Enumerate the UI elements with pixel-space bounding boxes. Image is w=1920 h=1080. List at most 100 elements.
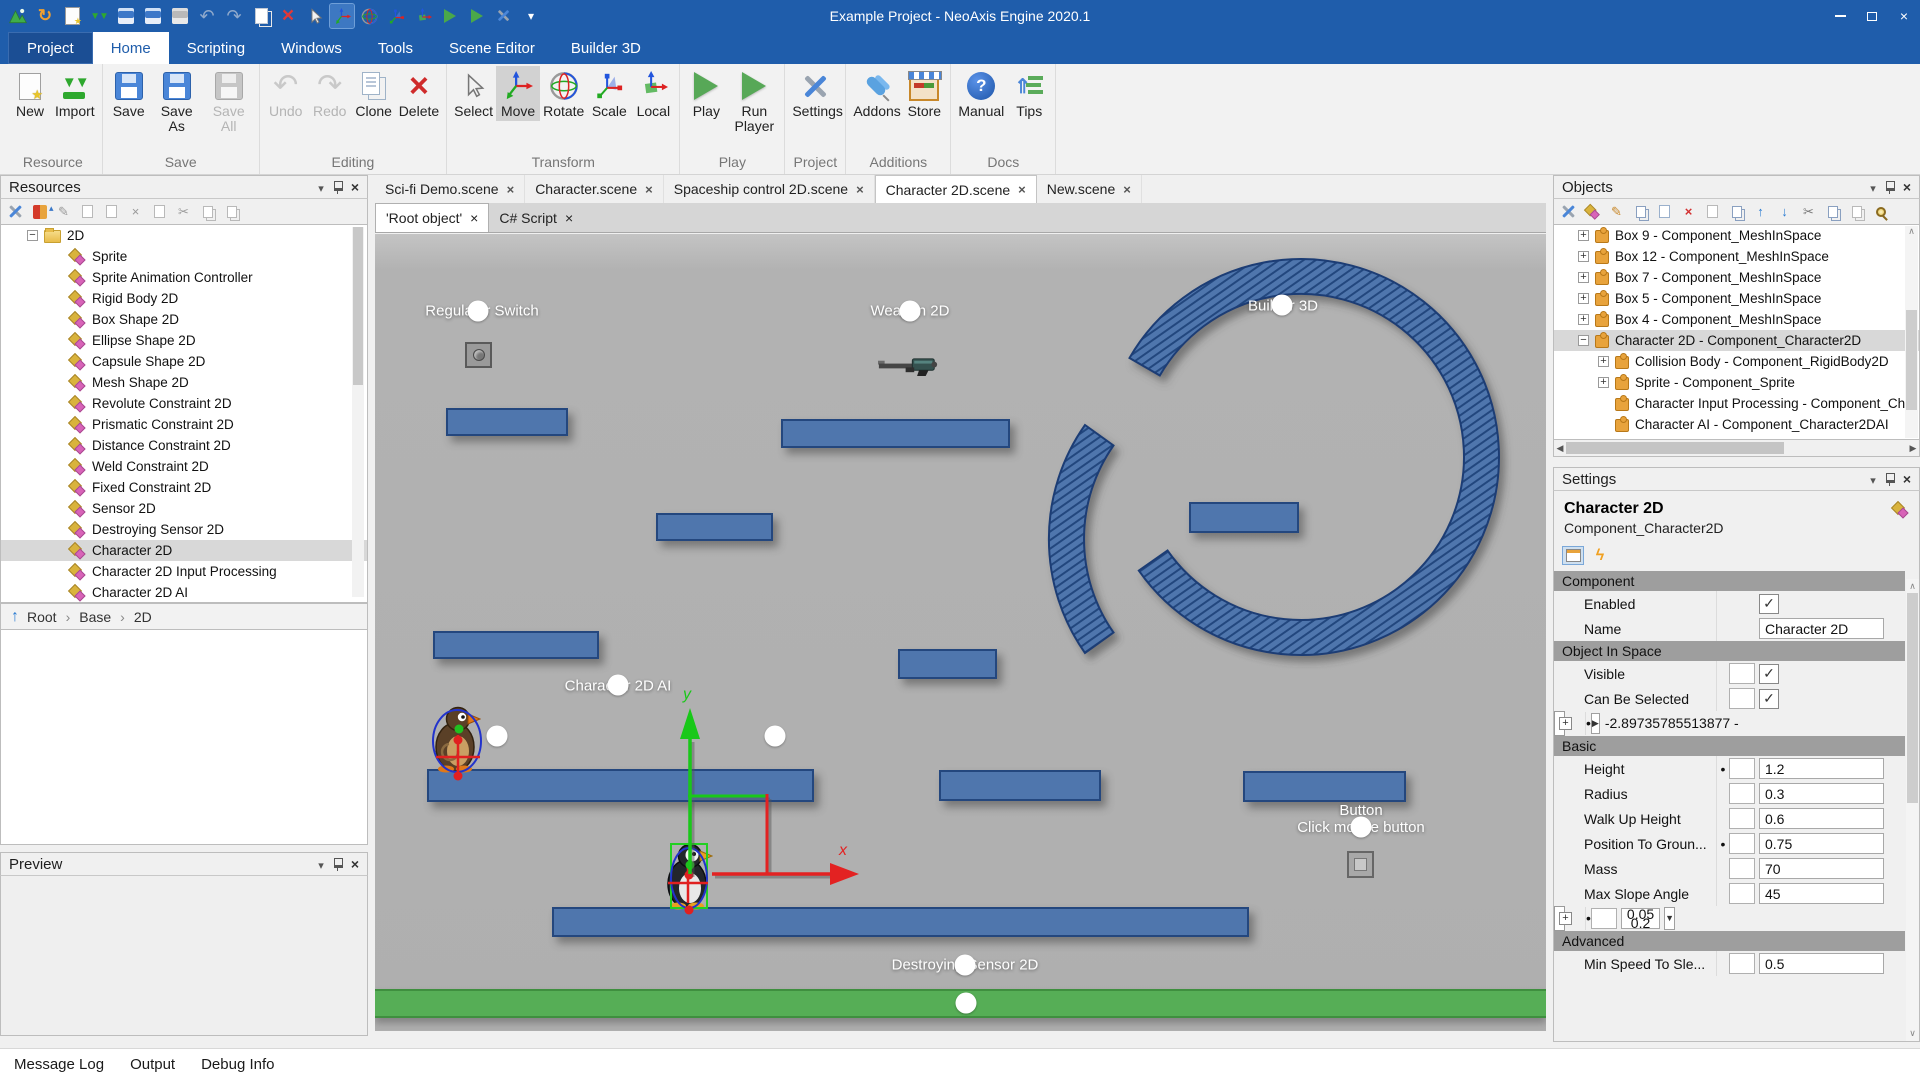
move-tool-icon[interactable] [330,4,354,28]
scene-tab[interactable]: Character.scene × [525,175,664,203]
close-icon[interactable]: × [351,181,359,193]
events-tab-icon[interactable]: ϟ [1590,547,1610,565]
minimize-button[interactable] [1824,0,1856,32]
close-tab-icon[interactable]: × [470,210,478,226]
cut-icon[interactable]: ✂ [1800,203,1817,220]
object-item[interactable]: Character Input Processing - Component_C… [1554,393,1919,414]
expander-icon[interactable] [1578,251,1589,262]
object-item[interactable]: Box 4 - Component_MeshInSpace [1554,309,1919,330]
rotate-button[interactable]: Rotate [540,66,587,121]
close-tab-icon[interactable]: × [645,182,653,197]
default-flag-box[interactable] [1729,688,1755,709]
resources-sort-icon[interactable] [31,203,48,220]
paste-icon[interactable] [1848,203,1865,220]
document-tab[interactable]: 'Root object' × [375,203,489,232]
waypoint-dot[interactable] [955,955,976,976]
duplicate-icon[interactable] [1728,203,1745,220]
document-tab[interactable]: C# Script × [489,203,583,232]
visible-checkbox[interactable]: ✓ [1759,664,1779,684]
value-input[interactable]: 0.05 0.2 [1621,908,1660,929]
resource-item[interactable]: Rigid Body 2D [1,288,367,309]
transform-expand-button[interactable]: ▶ [1591,713,1600,734]
resource-item[interactable]: Character 2D AI [1,582,367,603]
expander-icon[interactable] [1578,272,1589,283]
panel-menu-icon[interactable] [1870,179,1876,196]
edit-icon[interactable]: ✎ [55,203,72,220]
tree-folder-2d[interactable]: 2D [1,225,367,246]
delete-resource-icon[interactable]: × [127,203,144,220]
cut-icon[interactable]: ✂ [175,203,192,220]
pin-icon[interactable] [1885,181,1894,194]
undo-icon[interactable] [195,4,219,28]
resource-item[interactable]: Destroying Sensor 2D [1,519,367,540]
resources-settings-icon[interactable] [7,203,24,220]
menu-tab[interactable]: Home [93,32,169,64]
rotate-tool-icon[interactable] [357,4,381,28]
resource-item[interactable]: Sprite [1,246,367,267]
play-icon[interactable] [438,4,462,28]
default-flag-box[interactable] [1729,883,1755,904]
scene-viewport[interactable]: y x Regulator Switch Weapon 2D Builder 3… [375,234,1546,1031]
resource-item[interactable]: Weld Constraint 2D [1,456,367,477]
settings-button[interactable]: Settings [789,66,841,121]
menu-tab[interactable]: Scripting [169,32,263,64]
default-flag-box[interactable] [1729,858,1755,879]
platform-box[interactable] [1189,502,1299,533]
save-as-button[interactable]: Save As [151,66,203,136]
paste-icon[interactable] [223,203,240,220]
default-flag-box[interactable] [1729,758,1755,779]
pin-icon[interactable] [333,858,342,871]
expander-icon[interactable] [1598,356,1609,367]
object-item[interactable]: Character AI - Component_Character2DAI [1554,414,1919,435]
resources-scrollbar[interactable] [352,227,364,597]
resource-item[interactable]: Box Shape 2D [1,309,367,330]
button-sprite[interactable] [1347,851,1374,878]
resource-item[interactable]: Ellipse Shape 2D [1,330,367,351]
dropdown-icon[interactable]: ▼ [1664,907,1675,930]
value-input[interactable]: 0.75 [1759,833,1884,854]
maximize-button[interactable] [1856,0,1888,32]
platform-box[interactable] [433,631,599,659]
delete-object-icon[interactable]: × [1680,203,1697,220]
value-input[interactable]: 45 [1759,883,1884,904]
expander-icon[interactable] [1578,293,1589,304]
redo-icon[interactable] [222,4,246,28]
resource-item[interactable]: Prismatic Constraint 2D [1,414,367,435]
close-tab-icon[interactable]: × [856,182,864,197]
import-button[interactable]: Import [52,66,98,121]
expander-icon[interactable] [1578,314,1589,325]
object-item[interactable]: Collision Body - Component_RigidBody2D [1554,351,1919,372]
toolbar-more-icon[interactable] [519,4,543,28]
waypoint-dot[interactable] [765,726,786,747]
can-be-selected-checkbox[interactable]: ✓ [1759,689,1779,709]
default-flag-box[interactable] [1729,833,1755,854]
value-input[interactable]: 0.3 [1759,783,1884,804]
waypoint-dot[interactable] [1272,295,1293,316]
default-flag-box[interactable] [1729,808,1755,829]
save-as-icon[interactable] [141,4,165,28]
select-button[interactable]: Select [451,66,496,121]
refresh-icon[interactable] [33,4,57,28]
clone-icon[interactable] [249,4,273,28]
waypoint-dot[interactable] [468,301,489,322]
pin-icon[interactable] [333,181,342,194]
object-item[interactable]: Box 9 - Component_MeshInSpace [1554,225,1919,246]
delete-button[interactable]: ×Delete [396,66,442,121]
resource-item[interactable]: Fixed Constraint 2D [1,477,367,498]
tips-button[interactable]: Tips [1007,66,1051,121]
weapon-sprite[interactable] [877,355,940,376]
run-player-button[interactable]: Run Player [728,66,780,136]
rename-icon[interactable] [1704,203,1721,220]
move-down-icon[interactable]: ↓ [1776,203,1793,220]
platform-box[interactable] [898,649,997,679]
default-flag-box[interactable] [1729,783,1755,804]
scroll-right-icon[interactable]: ▶ [1907,443,1919,454]
platform-box[interactable] [427,769,814,802]
select-tool-icon[interactable] [303,4,327,28]
search-icon[interactable] [1872,203,1889,220]
copy-icon[interactable] [1824,203,1841,220]
name-input[interactable]: Character 2D [1759,618,1884,639]
save-icon[interactable] [114,4,138,28]
waypoint-dot[interactable] [956,993,977,1014]
close-tab-icon[interactable]: × [1018,182,1026,197]
